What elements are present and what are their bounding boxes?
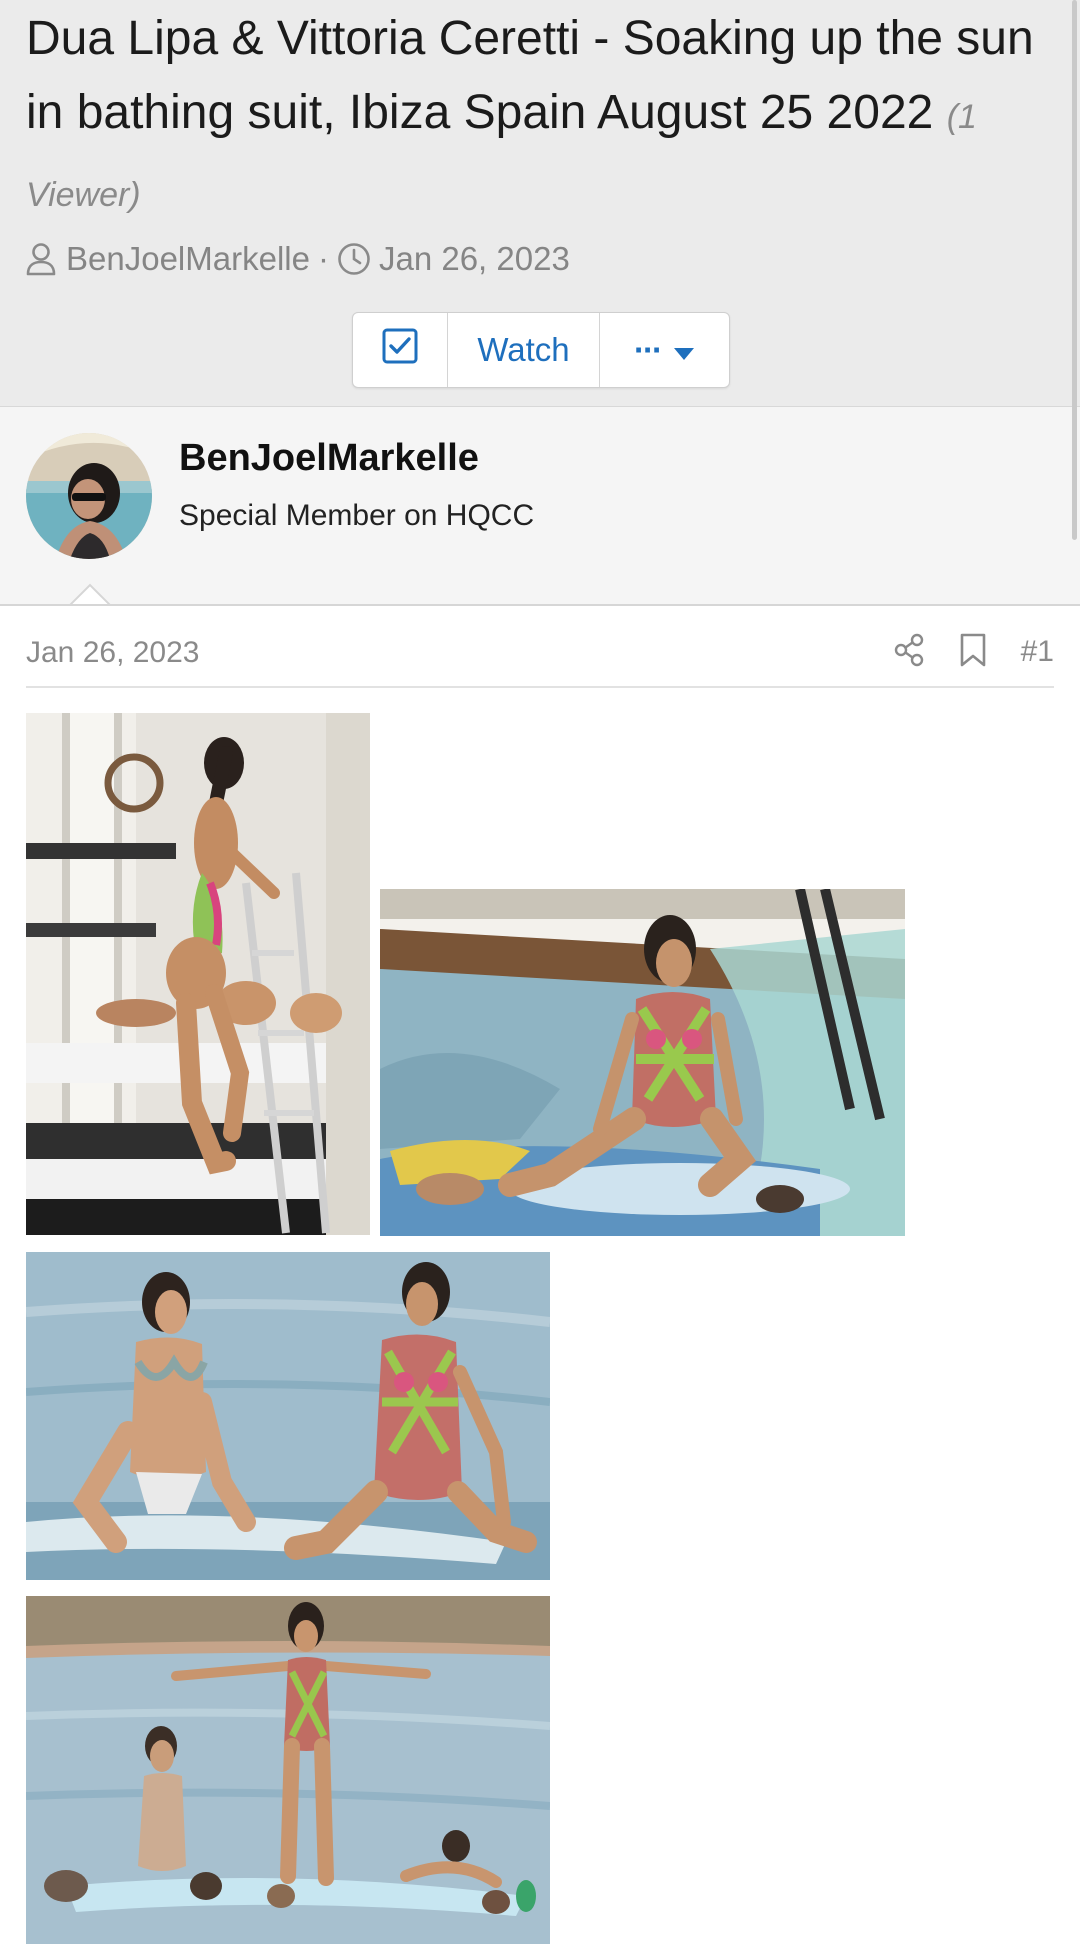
user-icon — [26, 242, 56, 276]
post-header: Jan 26, 2023 #1 — [26, 630, 1054, 688]
checkbox-icon — [381, 327, 419, 373]
more-options-button[interactable]: ··· — [600, 313, 729, 387]
post-number-link[interactable]: #1 — [1021, 635, 1054, 669]
post-divider — [0, 604, 1080, 606]
author-name[interactable]: BenJoelMarkelle — [179, 437, 479, 480]
thread-action-buttons: Watch ··· — [352, 312, 730, 388]
avatar[interactable] — [26, 433, 152, 559]
watch-button[interactable]: Watch — [448, 313, 600, 387]
attachment-photo-4[interactable] — [26, 1596, 550, 1944]
author-user-title: Special Member on HQCC — [179, 499, 535, 532]
bookmark-icon[interactable] — [959, 633, 987, 672]
post-date[interactable]: Jan 26, 2023 — [26, 636, 199, 670]
watch-button-label: Watch — [477, 331, 570, 368]
thread-starter-link[interactable]: BenJoelMarkelle — [66, 240, 310, 278]
clock-icon — [337, 242, 371, 276]
post-actions: #1 — [893, 630, 1054, 674]
ellipsis-icon: ··· — [634, 331, 663, 368]
page-scrollbar[interactable] — [1072, 0, 1077, 540]
attachment-photo-1[interactable] — [26, 713, 370, 1235]
share-icon[interactable] — [893, 633, 925, 672]
post-author-block: BenJoelMarkelle Special Member on HQCC — [0, 407, 1080, 607]
attachment-photo-2[interactable] — [380, 889, 905, 1236]
thread-header: Dua Lipa & Vittoria Ceretti - Soaking up… — [0, 0, 1080, 407]
caret-down-icon — [673, 331, 695, 369]
thread-meta: BenJoelMarkelle · Jan 26, 2023 — [26, 238, 570, 280]
thread-title: Dua Lipa & Vittoria Ceretti - Soaking up… — [26, 2, 1046, 232]
select-button[interactable] — [353, 313, 448, 387]
thread-title-text: Dua Lipa & Vittoria Ceretti - Soaking up… — [26, 12, 1034, 139]
meta-separator: · — [317, 240, 329, 277]
attachment-photo-3[interactable] — [26, 1252, 550, 1580]
thread-page: Dua Lipa & Vittoria Ceretti - Soaking up… — [0, 0, 1080, 1954]
thread-start-date[interactable]: Jan 26, 2023 — [379, 240, 570, 278]
